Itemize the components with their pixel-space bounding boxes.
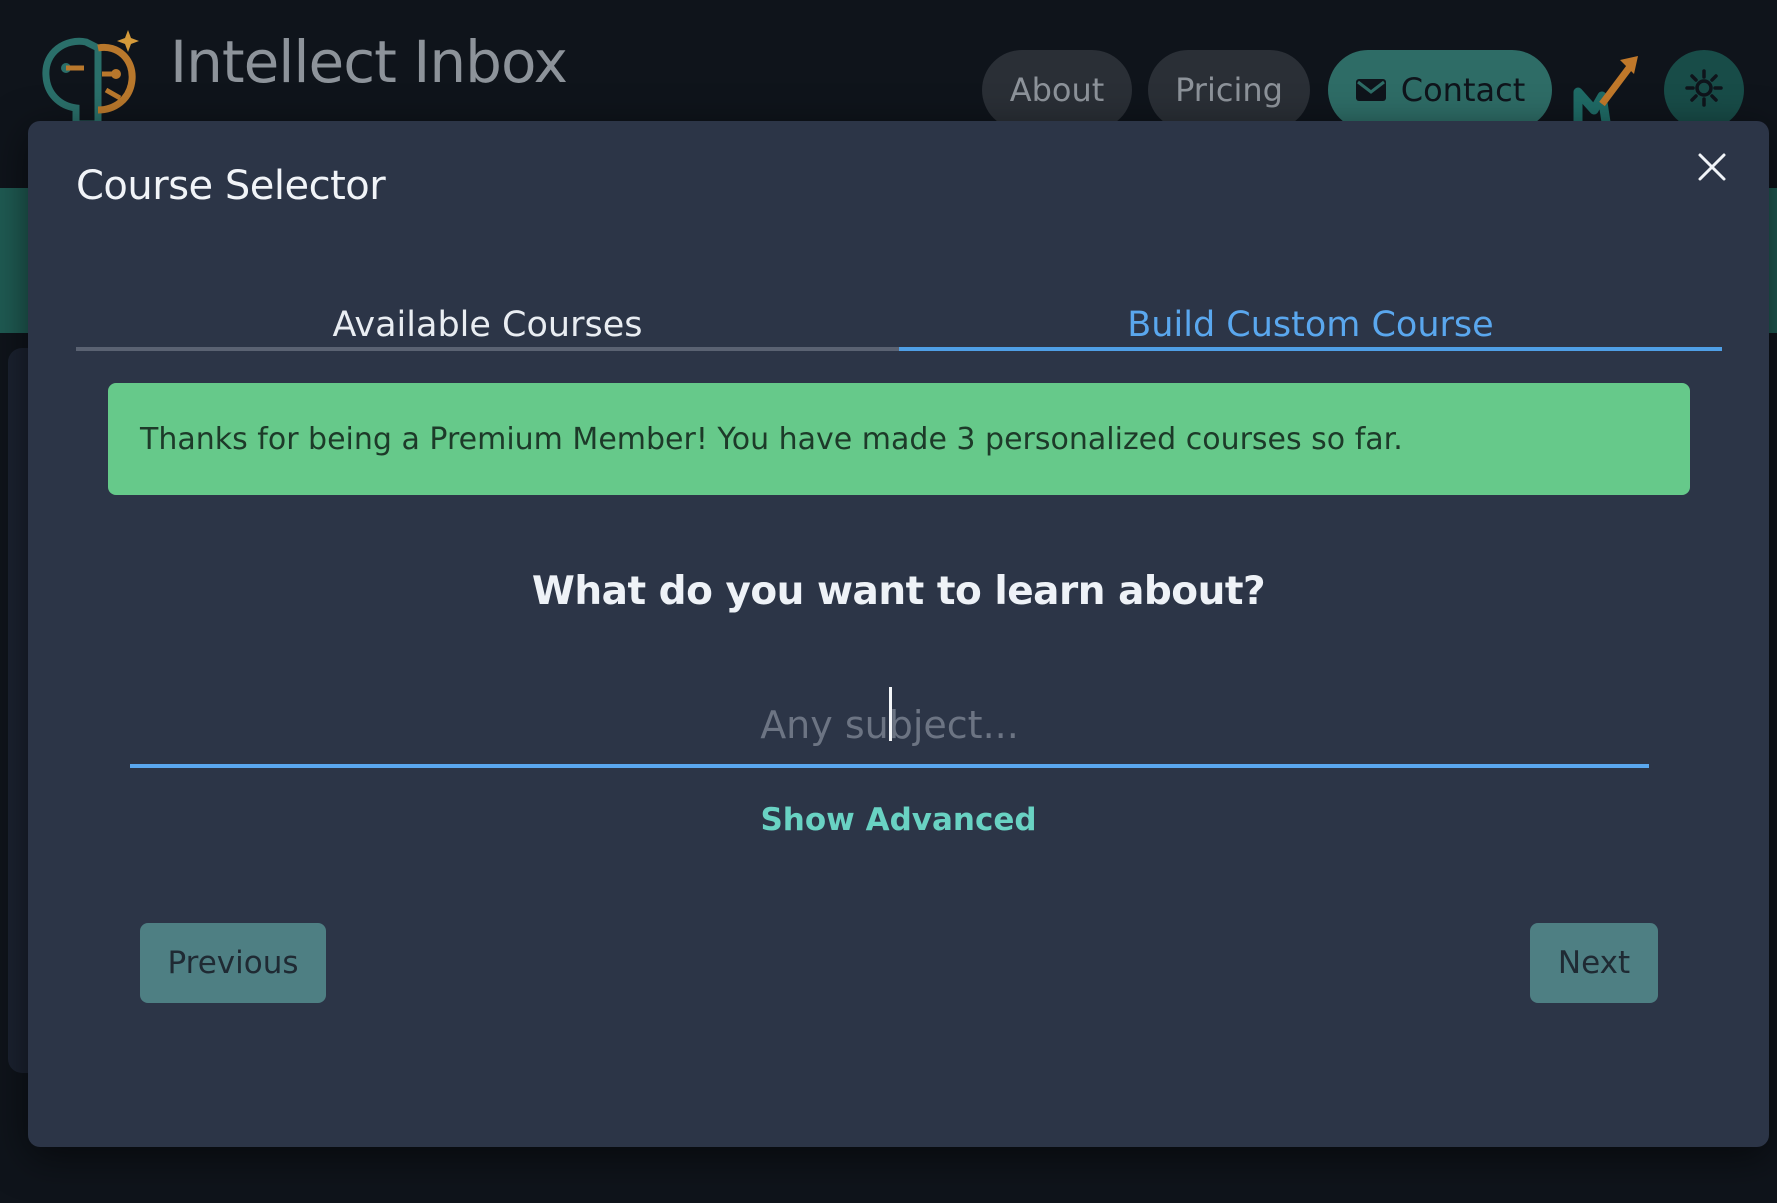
next-button-label: Next [1557, 945, 1631, 981]
tab-available-courses[interactable]: Available Courses [76, 279, 899, 351]
nav-contact-button[interactable]: Contact [1328, 50, 1552, 130]
premium-member-alert: Thanks for being a Premium Member! You h… [108, 383, 1690, 495]
nav-pricing-label: Pricing [1175, 71, 1283, 109]
previous-button-label: Previous [167, 945, 299, 981]
envelope-icon [1355, 78, 1387, 102]
tab-build-custom-course[interactable]: Build Custom Course [899, 279, 1722, 351]
nav-about-label: About [1009, 71, 1105, 109]
alert-message: Thanks for being a Premium Member! You h… [140, 421, 1403, 457]
learning-question-heading: What do you want to learn about? [531, 569, 1266, 614]
tab-build-custom-course-label: Build Custom Course [1127, 305, 1494, 345]
course-selector-modal: Course Selector Available Courses Build … [28, 121, 1769, 1147]
text-cursor [889, 687, 892, 741]
previous-button[interactable]: Previous [140, 923, 326, 1003]
growth-chart-icon[interactable] [1572, 52, 1644, 124]
brain-logo-icon[interactable] [36, 24, 146, 128]
theme-toggle-button[interactable] [1664, 50, 1744, 130]
nav-pricing-button[interactable]: Pricing [1148, 50, 1310, 130]
sun-icon [1685, 69, 1723, 111]
close-button[interactable] [1690, 147, 1734, 191]
nav-contact-label: Contact [1400, 71, 1526, 109]
show-advanced-link[interactable]: Show Advanced [28, 802, 1769, 838]
nav-about-button[interactable]: About [982, 50, 1132, 130]
tab-available-courses-label: Available Courses [332, 305, 643, 345]
modal-title: Course Selector [76, 163, 386, 209]
next-button[interactable]: Next [1530, 923, 1658, 1003]
close-icon [1697, 152, 1727, 186]
brand-title[interactable]: Intellect Inbox [170, 28, 568, 96]
